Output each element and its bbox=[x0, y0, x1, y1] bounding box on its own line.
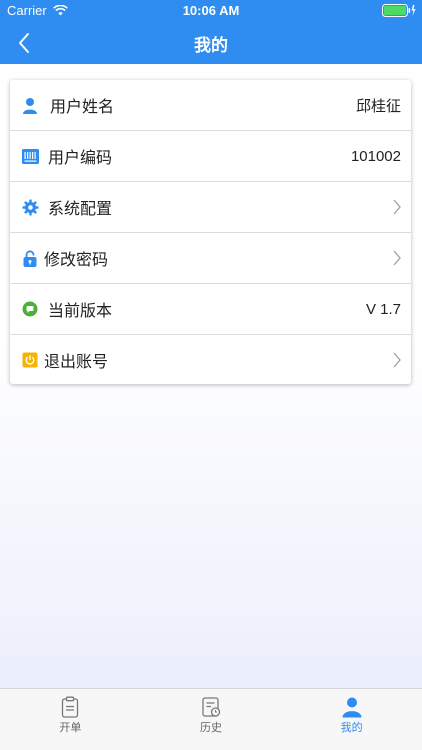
power-icon bbox=[21, 351, 39, 369]
row-current-version: 当前版本 V 1.7 bbox=[10, 284, 411, 335]
chevron-right-icon bbox=[393, 199, 401, 215]
person-icon bbox=[342, 697, 362, 718]
clipboard-icon bbox=[62, 696, 79, 718]
gear-icon bbox=[21, 198, 39, 216]
tab-label: 我的 bbox=[340, 721, 363, 734]
row-value: V 1.7 bbox=[365, 300, 401, 318]
row-logout[interactable]: 退出账号 bbox=[10, 335, 411, 384]
navigation-bar: 我的 bbox=[0, 22, 422, 64]
tab-label: 开单 bbox=[59, 721, 82, 734]
lock-icon bbox=[21, 249, 39, 267]
history-icon bbox=[202, 697, 221, 717]
header: Carrier 10:06 AM 我的 bbox=[0, 0, 422, 64]
tab-create-order[interactable]: 开单 bbox=[0, 689, 141, 750]
status-bar: Carrier 10:06 AM bbox=[0, 0, 422, 22]
chevron-right-icon bbox=[393, 250, 401, 266]
row-system-config[interactable]: 系统配置 bbox=[10, 182, 411, 233]
row-label: 当前版本 bbox=[48, 301, 113, 320]
row-user-code: 用户编码 101002 bbox=[10, 131, 411, 182]
battery-icon bbox=[382, 4, 416, 17]
row-value: 邱桂征 bbox=[355, 96, 401, 115]
chevron-right-icon bbox=[393, 352, 401, 367]
row-label: 修改密码 bbox=[44, 250, 109, 269]
row-label: 用户编码 bbox=[48, 148, 113, 167]
user-icon bbox=[21, 96, 39, 114]
row-value: 101002 bbox=[350, 147, 401, 165]
profile-card: 用户姓名 邱桂征 用户编码 101002 系统配置 修改密码 当前版本 V 1.… bbox=[10, 80, 411, 384]
row-label: 系统配置 bbox=[48, 199, 113, 218]
status-time: 10:06 AM bbox=[182, 3, 240, 18]
row-change-password[interactable]: 修改密码 bbox=[10, 233, 411, 284]
tab-mine[interactable]: 我的 bbox=[281, 689, 422, 750]
page-title: 我的 bbox=[194, 36, 228, 56]
battery bbox=[382, 4, 416, 17]
row-user-name: 用户姓名 邱桂征 bbox=[10, 80, 411, 131]
row-label: 退出账号 bbox=[44, 351, 109, 371]
tab-history[interactable]: 历史 bbox=[141, 689, 282, 750]
row-label: 用户姓名 bbox=[50, 97, 115, 116]
tab-bar: 开单 历史 我的 bbox=[0, 688, 422, 750]
version-icon bbox=[21, 300, 39, 318]
tab-label: 历史 bbox=[200, 721, 222, 734]
barcode-icon bbox=[21, 147, 39, 165]
